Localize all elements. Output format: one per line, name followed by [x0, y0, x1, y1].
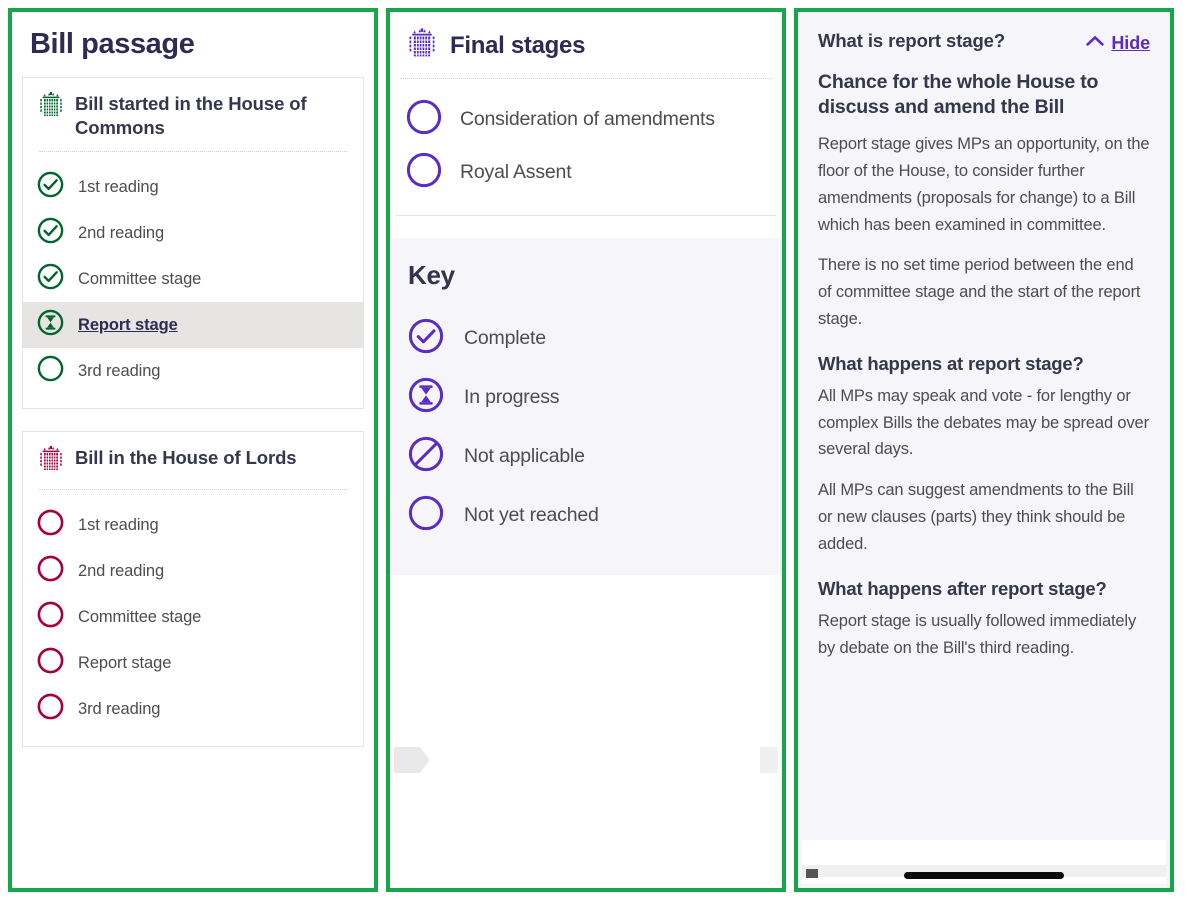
lords-stage-list: 1st reading 2nd reading Committee stage: [23, 490, 363, 746]
report-stage-info-panel: What is report stage? Hide Chance for th…: [794, 8, 1174, 892]
stage-row[interactable]: Report stage: [23, 640, 363, 686]
info-question-title: What is report stage?: [818, 30, 1006, 51]
stage-label: Committee stage: [78, 269, 202, 288]
card-gap: [12, 409, 374, 431]
stage-row-current-report-stage[interactable]: Report stage: [23, 302, 363, 349]
stage-row[interactable]: Royal Assent: [390, 146, 782, 199]
corner-marker: [806, 869, 818, 878]
chevron-up-icon: [1086, 34, 1105, 52]
stage-label: Committee stage: [78, 607, 202, 626]
check-circle-icon: [408, 318, 444, 359]
stage-row[interactable]: 3rd reading: [23, 686, 363, 732]
key-item-complete: Complete: [408, 309, 764, 368]
commons-stage-list: 1st reading 2nd reading Committee stage: [23, 152, 363, 408]
lords-card: Bill in the House of Lords 1st reading 2…: [22, 431, 364, 748]
lords-card-title: Bill in the House of Lords: [75, 447, 297, 469]
info-paragraph-3: All MPs may speak and vote - for lengthy…: [818, 386, 1149, 459]
panel-gap: [390, 216, 782, 238]
empty-circle-icon: [37, 355, 64, 387]
hide-toggle-label: Hide: [1111, 32, 1150, 53]
empty-circle-icon: [37, 509, 64, 541]
bill-passage-panel: Bill passage Bill started in the House o…: [8, 8, 378, 892]
portcullis-icon: [39, 92, 63, 123]
empty-circle-icon: [37, 693, 64, 725]
carousel-prev-arrow[interactable]: [394, 747, 430, 773]
check-circle-icon: [37, 217, 64, 249]
stage-label: 1st reading: [78, 515, 159, 534]
final-stages-panel: Final stages Consideration of amendments…: [386, 8, 786, 892]
stage-label: Report stage: [78, 315, 178, 334]
stage-row[interactable]: Committee stage: [23, 256, 363, 302]
stage-label: 3rd reading: [78, 699, 161, 718]
info-paragraph-4: All MPs can suggest amendments to the Bi…: [818, 481, 1134, 553]
stage-row[interactable]: Consideration of amendments: [390, 93, 782, 146]
key-item-not-yet-reached: Not yet reached: [408, 486, 764, 545]
key-item-not-applicable: Not applicable: [408, 427, 764, 486]
key-label: Not yet reached: [464, 504, 599, 526]
page-title: Bill passage: [30, 28, 195, 60]
lords-card-header: Bill in the House of Lords: [23, 432, 363, 489]
key-title: Key: [408, 260, 455, 290]
stage-label: 1st reading: [78, 177, 159, 196]
stage-row[interactable]: 2nd reading: [23, 210, 363, 256]
check-circle-icon: [37, 171, 64, 203]
hide-toggle-button[interactable]: Hide: [1086, 33, 1150, 54]
empty-circle-icon: [406, 152, 442, 193]
report-stage-info-content: What is report stage? Hide Chance for th…: [798, 12, 1170, 661]
stage-row[interactable]: 1st reading: [23, 164, 363, 210]
empty-circle-icon: [37, 555, 64, 587]
info-paragraph-1: Report stage gives MPs an opportunity, o…: [818, 135, 1150, 234]
key-item-in-progress: In progress: [408, 368, 764, 427]
stage-row[interactable]: 3rd reading: [23, 348, 363, 394]
info-heading-3: What happens after report stage?: [818, 578, 1107, 600]
empty-circle-icon: [406, 99, 442, 140]
no-entry-circle-icon: [408, 436, 444, 477]
stage-label: Consideration of amendments: [460, 108, 715, 130]
final-stage-list: Consideration of amendments Royal Assent: [390, 79, 782, 215]
hourglass-circle-icon: [37, 309, 64, 341]
commons-card-title: Bill started in the House of Commons: [75, 93, 307, 138]
key-label: Not applicable: [464, 445, 585, 467]
home-indicator[interactable]: [904, 872, 1064, 879]
portcullis-icon: [39, 446, 63, 477]
stage-label: 3rd reading: [78, 361, 161, 380]
empty-circle-icon: [37, 601, 64, 633]
hourglass-circle-icon: [408, 377, 444, 418]
report-stage-info-header: What is report stage? Hide: [818, 30, 1150, 54]
carousel-next-arrow[interactable]: [760, 747, 778, 773]
commons-card-header: Bill started in the House of Commons: [23, 78, 363, 151]
stage-label: 2nd reading: [78, 561, 165, 580]
commons-card: Bill started in the House of Commons 1st…: [22, 77, 364, 410]
stage-row[interactable]: 1st reading: [23, 502, 363, 548]
key-label: In progress: [464, 386, 560, 408]
stage-row[interactable]: Committee stage: [23, 594, 363, 640]
key-label: Complete: [464, 327, 546, 349]
screenshot-root: Bill passage Bill started in the House o…: [0, 0, 1200, 900]
empty-circle-icon: [408, 495, 444, 536]
info-heading-2: What happens at report stage?: [818, 353, 1084, 375]
stage-label: Report stage: [78, 653, 172, 672]
check-circle-icon: [37, 263, 64, 295]
info-paragraph-5: Report stage is usually followed immedia…: [818, 611, 1137, 657]
final-stages-header: Final stages: [390, 12, 782, 78]
final-stages-title: Final stages: [450, 32, 586, 59]
key-panel: Key Complete In progress Not applicable …: [390, 238, 782, 575]
info-paragraph-2: There is no set time period between the …: [818, 256, 1141, 328]
empty-circle-icon: [37, 647, 64, 679]
stage-row[interactable]: 2nd reading: [23, 548, 363, 594]
portcullis-icon: [408, 28, 436, 64]
stage-label: 2nd reading: [78, 223, 165, 242]
stage-label: Royal Assent: [460, 161, 572, 183]
info-heading-1: Chance for the whole House to discuss an…: [818, 70, 1099, 119]
